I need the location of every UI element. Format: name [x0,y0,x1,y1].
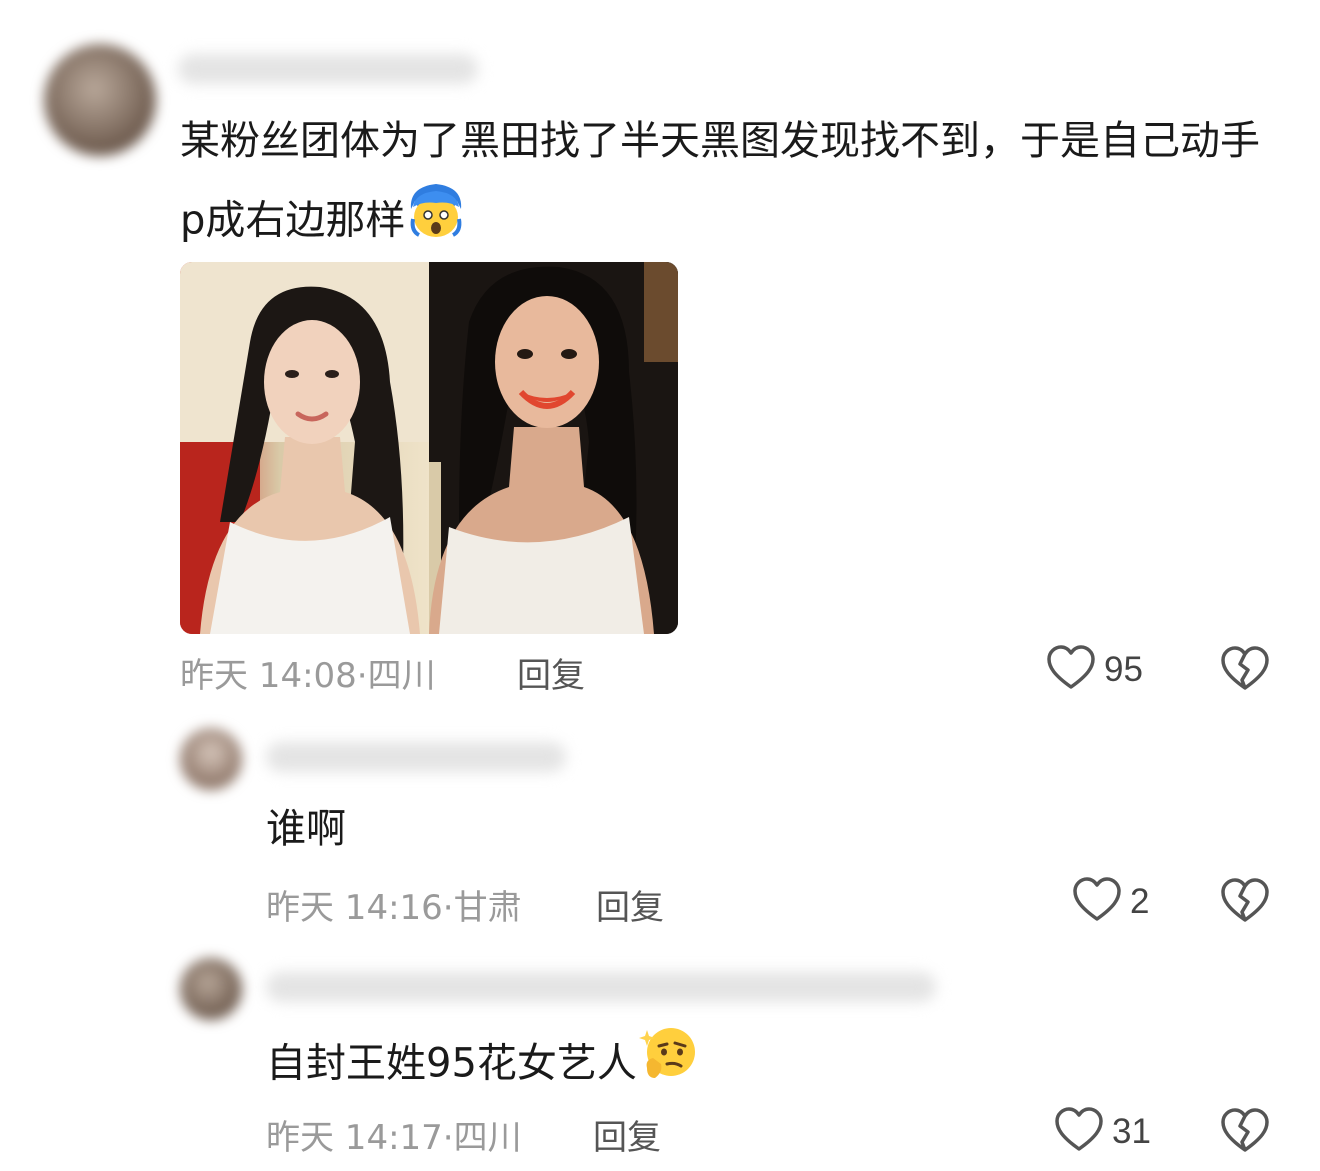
heart-outline-icon [1054,1107,1104,1157]
comment-image[interactable] [180,262,678,634]
comment-body: 某粉丝团体为了黑田找了半天黑图发现找不到，于是自己动手p成右边那样 [180,118,1260,244]
avatar[interactable] [180,958,242,1020]
like-count: 2 [1130,882,1150,921]
comment-text: 某粉丝团体为了黑田找了半天黑图发现找不到，于是自己动手p成右边那样 [180,104,1260,266]
like-button[interactable]: 31 [1054,1107,1151,1157]
username-redacted[interactable] [178,54,478,84]
comment-meta: 昨天 14:17·四川 [266,1118,522,1158]
timestamp: 昨天 14:17 [266,1118,443,1158]
reply-button[interactable]: 回复 [517,648,585,697]
broken-heart-icon[interactable] [1220,646,1270,696]
heart-outline-icon [1072,877,1122,927]
location: 四川 [367,656,436,696]
comment-body: 谁啊 [266,806,346,852]
reply-button[interactable]: 回复 [593,1110,661,1159]
like-count: 31 [1112,1112,1151,1151]
scream-blue-hair-emoji [405,179,467,266]
heart-outline-icon [1046,645,1096,695]
username-redacted[interactable] [266,742,566,772]
photo-right [429,262,678,634]
location: 甘肃 [453,888,522,928]
thinking-face-emoji [637,1022,699,1109]
comment-meta: 昨天 14:16·甘肃 [266,888,522,928]
timestamp: 昨天 14:16 [266,888,443,928]
comment-meta: 昨天 14:08·四川 [180,656,436,696]
comment-text: 谁啊 [266,792,346,867]
username-redacted[interactable] [266,972,936,1002]
avatar[interactable] [44,44,156,156]
comment-text: 自封王姓95花女艺人 [266,1022,699,1109]
avatar[interactable] [180,728,242,790]
location: 四川 [453,1118,522,1158]
like-count: 95 [1104,650,1143,689]
timestamp: 昨天 14:08 [180,656,357,696]
like-button[interactable]: 2 [1072,877,1149,927]
comment-body: 自封王姓95花女艺人 [266,1040,637,1087]
broken-heart-icon[interactable] [1220,878,1270,928]
like-button[interactable]: 95 [1046,645,1143,695]
photo-left [180,262,429,634]
reply-button[interactable]: 回复 [596,880,664,929]
broken-heart-icon[interactable] [1220,1108,1270,1158]
comment-thread: 某粉丝团体为了黑田找了半天黑图发现找不到，于是自己动手p成右边那样 昨天 14:… [0,0,1320,1171]
